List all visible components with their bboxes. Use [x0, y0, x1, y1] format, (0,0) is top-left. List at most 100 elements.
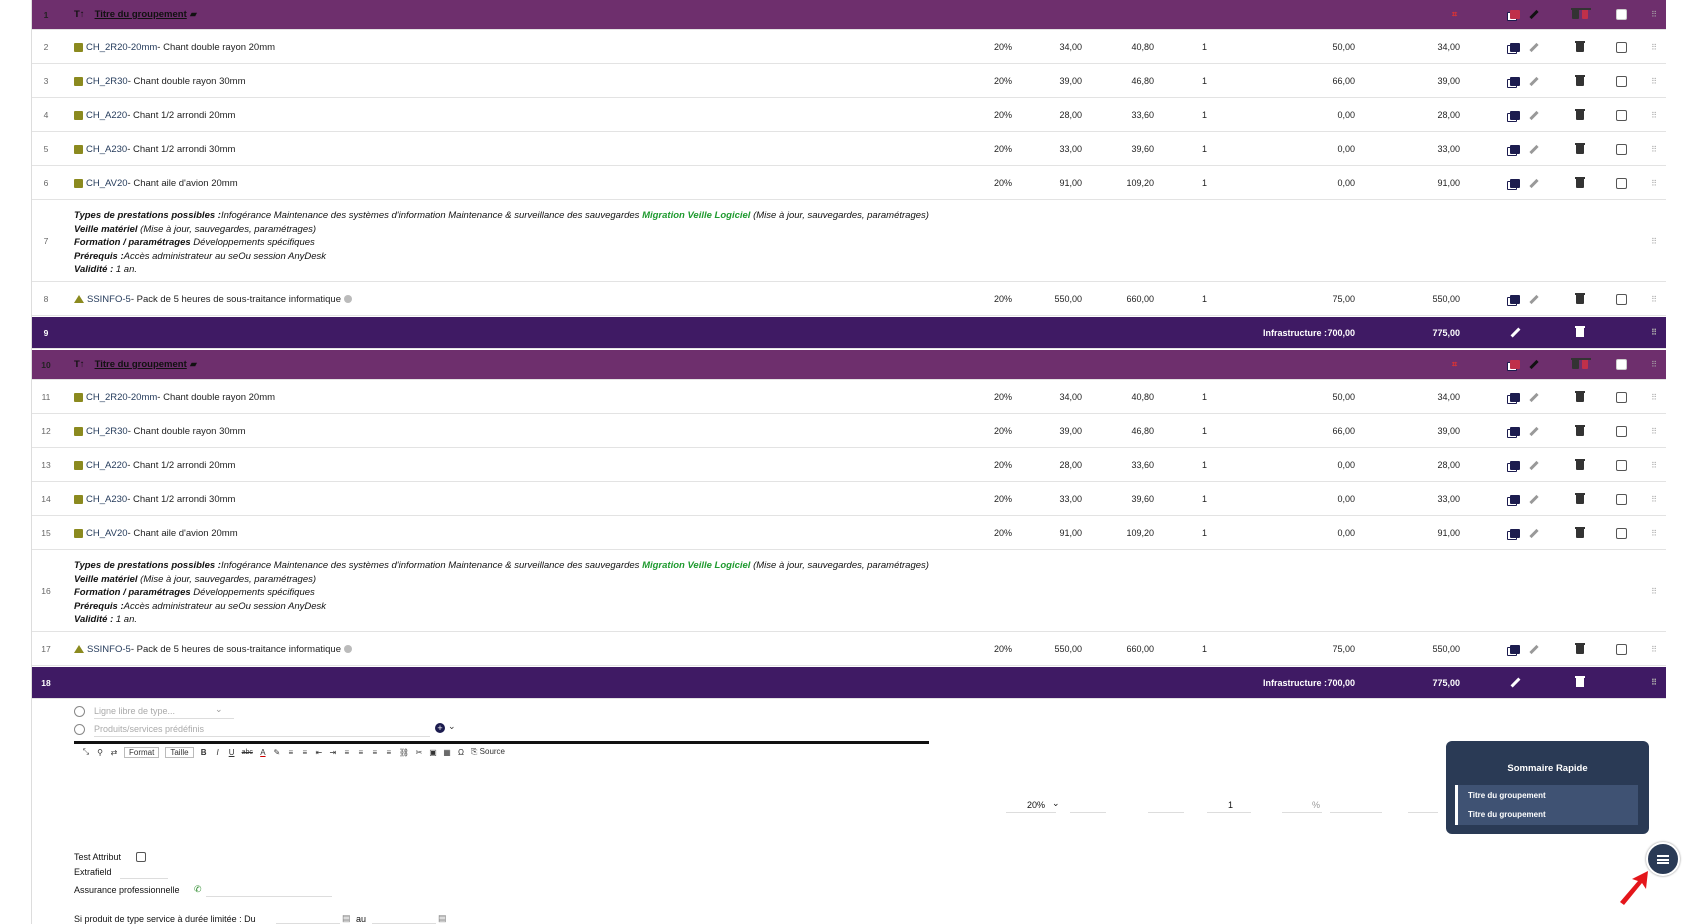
delete-button[interactable] — [1572, 667, 1588, 698]
drag-handle-icon[interactable]: ⠿ — [1647, 415, 1661, 447]
product-ref-link[interactable]: CH_AV20 — [86, 178, 128, 189]
special-char-icon[interactable]: Ω — [457, 748, 465, 757]
delete-button[interactable] — [1572, 99, 1588, 131]
subtotal-row[interactable]: 9 Infrastructure :700,00 775,00 ⠿ — [32, 317, 1666, 349]
description-row[interactable]: 7 Types de prestations possibles :Infogér… — [32, 201, 1666, 282]
product-ref-link[interactable]: CH_2R30 — [86, 76, 128, 87]
outdent-icon[interactable]: ⇤ — [315, 748, 323, 757]
drag-handle-icon[interactable]: ⠿ — [1647, 517, 1661, 549]
checkbox[interactable] — [1615, 9, 1627, 20]
copy-button[interactable] — [1500, 517, 1530, 549]
checkbox[interactable] — [1615, 177, 1627, 189]
description-row[interactable]: 16 Types de prestations possibles :Infogé… — [32, 551, 1666, 632]
drag-handle-icon[interactable]: ⠿ — [1647, 633, 1661, 665]
edit-button[interactable] — [1529, 350, 1539, 379]
copy-button[interactable] — [1500, 381, 1530, 413]
copy-button[interactable] — [1500, 449, 1530, 481]
product-line-row[interactable]: 5 CH_A230 - Chant 1/2 arrondi 30mm 20% 33,0… — [32, 133, 1666, 166]
row-checkbox[interactable] — [1614, 415, 1628, 447]
underline-button[interactable]: U — [228, 748, 236, 757]
bold-button[interactable]: B — [200, 748, 208, 757]
checkbox[interactable] — [1615, 293, 1627, 305]
drag-handle-icon[interactable]: ⠿ — [1647, 167, 1661, 199]
quick-summary-item[interactable]: Titre du groupement — [1458, 785, 1638, 804]
bullet-list-icon[interactable]: ≡ — [301, 748, 309, 757]
row-checkbox[interactable] — [1614, 133, 1628, 165]
info-icon[interactable] — [343, 645, 352, 653]
numbered-list-icon[interactable]: ≡ — [287, 748, 295, 757]
group-title-link[interactable]: Titre du groupement — [95, 359, 187, 370]
checkbox[interactable] — [1615, 143, 1627, 155]
add-product-icon[interactable]: + — [435, 723, 445, 733]
discount-input[interactable] — [1282, 812, 1322, 813]
drag-handle-icon[interactable]: ⠿ — [1647, 99, 1661, 131]
qty-input[interactable]: 1 — [1228, 800, 1233, 810]
delete-button[interactable] — [1572, 483, 1588, 515]
copy-button[interactable] — [1500, 133, 1530, 165]
drag-handle-icon[interactable]: ⠿ — [1647, 283, 1661, 315]
row-checkbox[interactable] — [1614, 517, 1628, 549]
copy-button[interactable] — [1500, 350, 1530, 379]
edit-button[interactable] — [1529, 0, 1539, 29]
italic-button[interactable]: I — [214, 748, 222, 757]
align-left-icon[interactable]: ≡ — [343, 748, 351, 757]
put-input[interactable] — [1148, 812, 1184, 813]
edit-button[interactable] — [1529, 381, 1539, 413]
quick-summary-item[interactable]: Titre du groupement — [1458, 804, 1638, 823]
size-select[interactable]: Taille — [165, 746, 194, 758]
delete-button[interactable] — [1572, 517, 1588, 549]
strike-button[interactable]: abc — [242, 749, 253, 756]
product-line-row[interactable]: 8 SSINFO-5 - Pack de 5 heures de sous-tra… — [32, 283, 1666, 316]
delete-button[interactable] — [1572, 317, 1588, 348]
drag-handle-icon[interactable]: ⠿ — [1647, 65, 1661, 97]
subtotal-row[interactable]: 18 Infrastructure :700,00 775,00 ⠿ — [32, 667, 1666, 699]
copy-button[interactable] — [1500, 167, 1530, 199]
checkbox[interactable] — [1615, 75, 1627, 87]
copy-button[interactable] — [1500, 633, 1530, 665]
row-checkbox[interactable] — [1614, 381, 1628, 413]
format-select[interactable]: Format — [124, 746, 160, 758]
row-checkbox[interactable] — [1614, 449, 1628, 481]
product-ref-link[interactable]: CH_A230 — [86, 144, 127, 155]
edit-button[interactable] — [1529, 133, 1539, 165]
grid-icon[interactable]: ⌗ — [1452, 0, 1466, 29]
chevron-down-icon[interactable]: ⌄ — [1052, 798, 1060, 809]
source-button[interactable]: ⎘ Source — [471, 747, 505, 757]
product-line-row[interactable]: 12 CH_2R30 - Chant double rayon 30mm 20% 39… — [32, 415, 1666, 448]
row-checkbox[interactable] — [1614, 350, 1628, 379]
chevron-down-icon[interactable]: ⌄ — [215, 704, 223, 715]
test-attribut-checkbox[interactable] — [136, 852, 146, 862]
row-checkbox[interactable] — [1614, 0, 1628, 29]
product-ref-link[interactable]: CH_A230 — [86, 494, 127, 505]
edit-button[interactable] — [1529, 449, 1539, 481]
discount-amount-input[interactable] — [1330, 812, 1382, 813]
checkbox[interactable] — [1615, 109, 1627, 121]
drag-handle-icon[interactable]: ⠿ — [1647, 551, 1661, 631]
grid-icon[interactable]: ⌗ — [1452, 350, 1466, 379]
row-checkbox[interactable] — [1614, 31, 1628, 63]
product-line-row[interactable]: 3 CH_2R30 - Chant double rayon 30mm 20% 39,… — [32, 65, 1666, 98]
align-center-icon[interactable]: ≡ — [357, 748, 365, 757]
product-line-row[interactable]: 13 CH_A220 - Chant 1/2 arrondi 20mm 20% 28,… — [32, 449, 1666, 482]
chevron-down-icon[interactable]: ⌄ — [448, 721, 456, 732]
edit-button[interactable] — [1529, 65, 1539, 97]
checkbox[interactable] — [1615, 527, 1627, 539]
delete-button[interactable] — [1572, 31, 1588, 63]
product-ref-link[interactable]: CH_AV20 — [86, 528, 128, 539]
maximize-icon[interactable]: ⤡ — [82, 747, 90, 757]
justify-icon[interactable]: ≡ — [385, 748, 393, 757]
drag-handle-icon[interactable]: ⠿ — [1647, 449, 1661, 481]
free-line-radio[interactable] — [74, 706, 85, 717]
product-ref-link[interactable]: CH_2R20-20mm — [86, 392, 157, 403]
predefined-product-radio[interactable] — [74, 724, 85, 735]
product-search-input[interactable]: Produits/services prédéfinis — [94, 724, 204, 734]
drag-handle-icon[interactable]: ⠿ — [1647, 350, 1661, 379]
checkbox[interactable] — [1615, 41, 1627, 53]
find-icon[interactable]: ⚲ — [96, 748, 104, 757]
calendar-icon[interactable]: ▤ — [342, 913, 351, 924]
product-line-row[interactable]: 15 CH_AV20 - Chant aile d'avion 20mm 20% 91… — [32, 517, 1666, 550]
delete-button[interactable] — [1572, 449, 1588, 481]
row-checkbox[interactable] — [1614, 65, 1628, 97]
delete-button[interactable] — [1572, 415, 1588, 447]
product-ref-link[interactable]: SSINFO-5 — [87, 294, 131, 305]
